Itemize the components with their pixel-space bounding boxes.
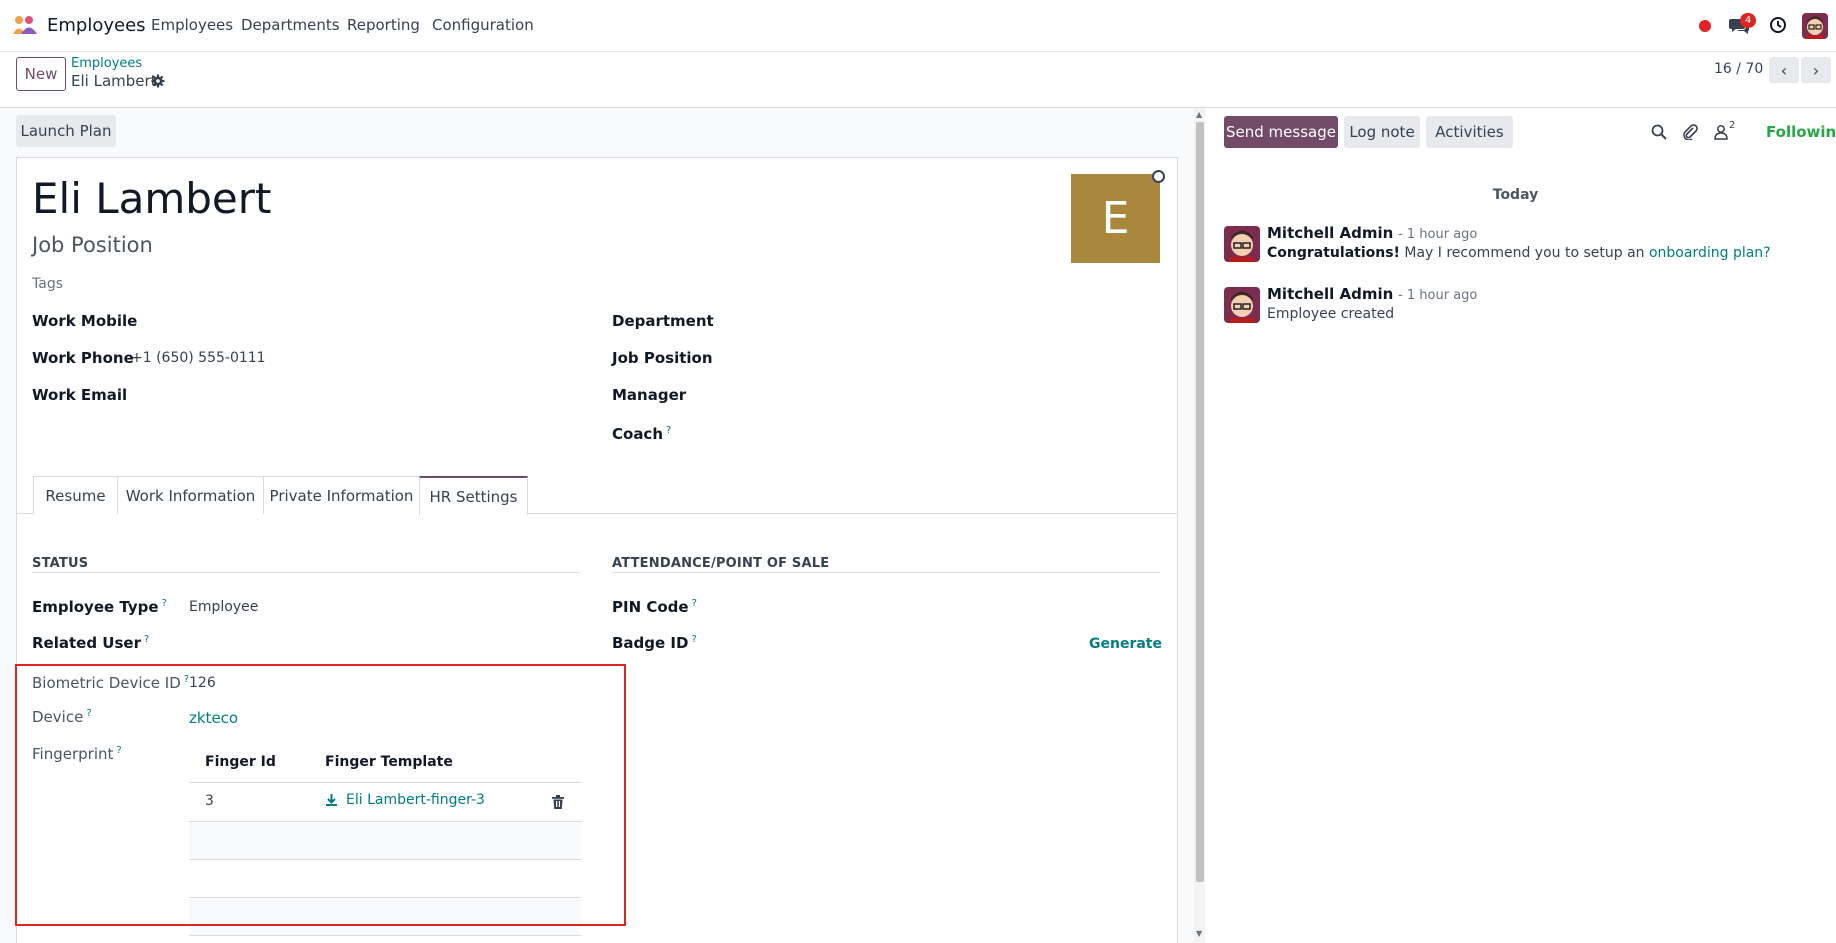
paperclip-icon[interactable] [1682, 123, 1698, 141]
pager-value[interactable]: 16 / 70 [1714, 61, 1763, 77]
attendance-section-title: ATTENDANCE/POINT OF SALE [612, 556, 830, 571]
message-time: - 1 hour ago [1398, 288, 1478, 303]
manager-label: Manager [612, 386, 687, 404]
status-separator [32, 572, 580, 573]
avatar[interactable] [1224, 287, 1260, 323]
activities-button[interactable]: Activities [1426, 116, 1513, 148]
menu-configuration[interactable]: Configuration [432, 16, 534, 34]
scroll-up-arrow-icon[interactable]: ▲ [1196, 110, 1202, 119]
tab-hr-settings[interactable]: HR Settings [419, 476, 528, 515]
badge-id-help-icon[interactable]: ? [691, 634, 696, 645]
work-phone-value[interactable]: +1 (650) 555-0111 [131, 350, 266, 366]
badge-id-label: Badge ID? [612, 634, 697, 652]
coach-label: Coach? [612, 425, 671, 443]
badge-id-label-text: Badge ID [612, 634, 689, 652]
chevron-left-icon: ‹ [1780, 60, 1788, 80]
user-avatar[interactable] [1802, 13, 1828, 39]
tab-private-information[interactable]: Private Information [263, 476, 420, 514]
employee-type-label: Employee Type? [32, 598, 167, 616]
message-header: Mitchell Admin - 1 hour ago [1267, 285, 1477, 303]
avatar[interactable] [1224, 226, 1260, 262]
employee-name-field[interactable]: Eli Lambert [32, 174, 272, 223]
clock-icon[interactable] [1769, 16, 1787, 34]
coach-label-text: Coach [612, 425, 664, 443]
message-header: Mitchell Admin - 1 hour ago [1267, 224, 1477, 242]
employee-type-help-icon[interactable]: ? [162, 598, 167, 609]
message-time: - 1 hour ago [1398, 227, 1478, 242]
app-logo-icon[interactable] [12, 14, 38, 36]
launch-plan-button[interactable]: Launch Plan [16, 115, 116, 147]
tab-resume[interactable]: Resume [33, 476, 118, 514]
app-name[interactable]: Employees [47, 15, 146, 36]
attendance-separator [612, 572, 1160, 573]
followers-count: 2 [1729, 120, 1736, 131]
menu-reporting[interactable]: Reporting [347, 16, 420, 34]
new-button[interactable]: New [16, 57, 66, 91]
related-user-label: Related User? [32, 634, 149, 652]
gear-icon[interactable] [151, 74, 165, 88]
menu-employees[interactable]: Employees [151, 16, 233, 34]
chatter-panel: Send message Log note Activities 2 Follo… [1205, 108, 1836, 943]
send-message-button[interactable]: Send message [1224, 116, 1338, 148]
coach-help-icon[interactable]: ? [666, 425, 671, 436]
message-author[interactable]: Mitchell Admin [1267, 285, 1393, 303]
related-user-help-icon[interactable]: ? [144, 634, 149, 645]
work-mobile-label: Work Mobile [32, 312, 138, 330]
log-note-button[interactable]: Log note [1344, 116, 1420, 148]
following-button[interactable]: Following [1766, 123, 1836, 141]
message-body: Employee created [1267, 306, 1395, 322]
date-separator: Today [1492, 187, 1539, 203]
work-email-label: Work Email [32, 386, 128, 404]
job-position-field[interactable]: Job Position [32, 233, 153, 257]
status-section-title: STATUS [32, 556, 89, 571]
breadcrumb-current: Eli Lambert [71, 72, 157, 90]
chat-badge: 4 [1740, 13, 1756, 28]
recording-dot-icon[interactable] [1699, 20, 1711, 32]
scroll-down-arrow-icon[interactable]: ▼ [1196, 929, 1202, 938]
employee-type-label-text: Employee Type [32, 598, 159, 616]
generate-badge-button[interactable]: Generate [1089, 636, 1162, 652]
avatar-letter: E [1101, 193, 1130, 244]
message-bold-text: Congratulations! [1267, 245, 1400, 261]
chevron-right-icon: › [1812, 60, 1820, 80]
pin-code-help-icon[interactable]: ? [692, 598, 697, 609]
employee-type-value[interactable]: Employee [189, 599, 258, 615]
pager-previous-button[interactable]: ‹ [1769, 57, 1799, 83]
search-icon[interactable] [1651, 124, 1667, 140]
message-author[interactable]: Mitchell Admin [1267, 224, 1393, 242]
employee-avatar[interactable]: E [1071, 174, 1160, 263]
tags-field[interactable]: Tags [32, 276, 63, 292]
control-panel: New Employees Eli Lambert 16 / 70 ‹ › [0, 52, 1836, 108]
followers-icon[interactable] [1714, 124, 1728, 140]
onboarding-plan-link[interactable]: onboarding plan? [1649, 245, 1771, 261]
form-scrollbar-thumb[interactable] [1196, 122, 1204, 882]
pin-code-label-text: PIN Code [612, 598, 689, 616]
work-phone-label: Work Phone [32, 349, 134, 367]
tab-work-information[interactable]: Work Information [117, 476, 264, 514]
pager-next-button[interactable]: › [1801, 57, 1831, 83]
presence-status-icon [1152, 170, 1165, 183]
department-label: Department [612, 312, 714, 330]
breadcrumb-employees[interactable]: Employees [71, 56, 142, 71]
highlight-box [15, 664, 626, 926]
message-text: May I recommend you to setup an [1399, 245, 1649, 261]
menu-departments[interactable]: Departments [241, 16, 340, 34]
related-user-label-text: Related User [32, 634, 141, 652]
message-body: Congratulations! May I recommend you to … [1267, 245, 1771, 261]
top-navbar: Employees Employees Departments Reportin… [0, 0, 1836, 52]
job-position-label: Job Position [612, 349, 713, 367]
pin-code-label: PIN Code? [612, 598, 697, 616]
